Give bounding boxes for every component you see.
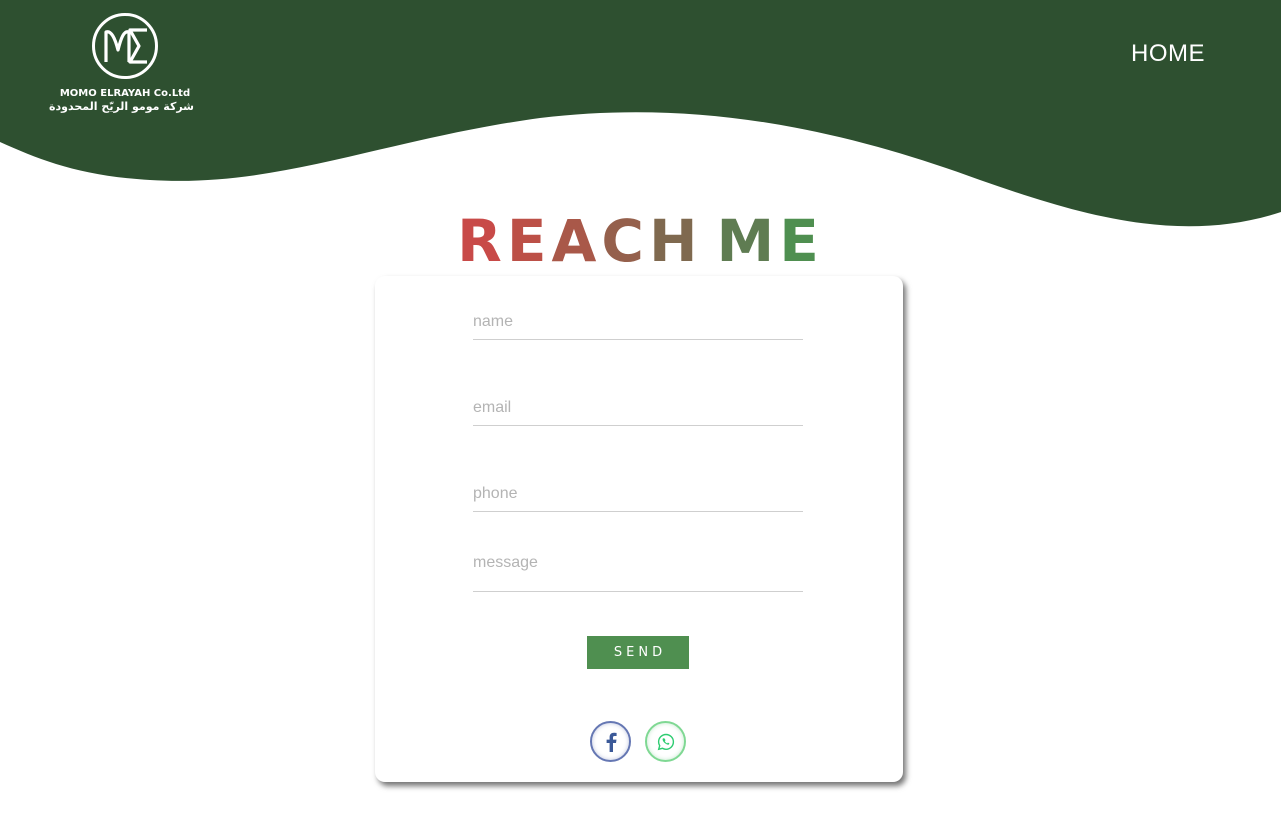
message-textarea[interactable]	[473, 546, 803, 592]
brand-name-arabic: شركة مومو الريّح المحدودة	[49, 100, 194, 113]
whatsapp-link[interactable]	[645, 721, 686, 762]
title-letter: A	[551, 207, 602, 275]
title-space	[702, 208, 716, 274]
brand-name-english: MOMO ELRAYAH Co.Ltd	[59, 88, 191, 99]
phone-input[interactable]	[473, 476, 803, 512]
title-letter: R	[457, 207, 507, 275]
send-button[interactable]: SEND	[587, 636, 689, 669]
brand-logo[interactable]: MOMO ELRAYAH Co.Ltd شركة مومو الريّح الم…	[49, 12, 194, 113]
facebook-link[interactable]	[590, 721, 631, 762]
title-letter: E	[779, 207, 824, 275]
title-letter: H	[648, 207, 703, 275]
title-letter: M	[716, 207, 780, 275]
name-input[interactable]	[473, 304, 803, 340]
facebook-icon	[606, 732, 617, 752]
title-letter: E	[506, 207, 552, 275]
email-input[interactable]	[473, 390, 803, 426]
contact-form-card: SEND	[375, 276, 903, 782]
whatsapp-icon	[657, 733, 674, 750]
nav-home-link[interactable]: HOME	[1131, 40, 1205, 68]
page-title: REACH ME	[0, 208, 1281, 274]
title-letter: C	[601, 207, 649, 275]
me-monogram-icon	[92, 13, 158, 79]
